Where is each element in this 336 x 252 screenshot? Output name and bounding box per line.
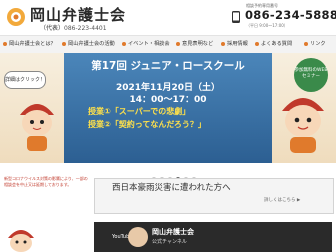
youtube-avatar-icon [128,227,148,247]
mascot-left-icon [20,104,54,151]
nav-bullet-icon [304,41,308,46]
class-2: 授業②「契約ってなんだろう？」 [88,120,206,129]
slider-dots [150,166,198,181]
business-hours: （平日 9:00〜17:00） [246,23,288,28]
nav-item-faq[interactable]: よくある質問 [255,36,292,53]
representative-phone: （代表）086-223-4401 [40,23,107,32]
youtube-title: 岡山弁護士会 [152,228,194,236]
nav-bullet-icon [122,41,126,46]
nav-bullet-icon [255,41,259,46]
class-1: 授業①「スーパーでの悲劇」 [88,107,191,116]
nav-item-events[interactable]: イベント・相談会 [122,36,170,53]
nav-item-activities[interactable]: 岡山弁護士会の活動 [62,36,115,53]
mascot-right-icon [282,98,324,153]
hero-banner[interactable]: 詳細はクリック！ 参加無料のWEBセミナー 第17回 ジュニア・ロースクール 2… [0,53,336,163]
reservation-phone[interactable]: 086-234-5888 [245,8,336,22]
logo-icon[interactable] [6,7,26,27]
phone-icon [232,11,240,23]
site-title[interactable]: 岡山弁護士会 [30,4,126,25]
nav-bullet-icon [62,41,66,46]
nav-item-links[interactable]: リンク [304,36,326,53]
nav-item-opinions[interactable]: 意見表明など [176,36,213,53]
rep-label: （代表） [40,25,65,32]
event-title: 第17回 ジュニア・ロースクール [91,60,245,72]
youtube-subtitle: 公式チャンネル [152,239,187,245]
disaster-more-link[interactable]: 詳しくはこちら ▶ [264,197,300,203]
disaster-banner-text: 西日本豪雨災害に遭われた方へ [112,183,231,193]
rep-number: 086-223-4401 [64,25,107,32]
nav-bullet-icon [221,41,225,46]
event-time: 14：00〜17：00 [129,95,207,105]
mascot-small-icon [8,230,34,252]
nav-item-recruit[interactable]: 採用情報 [221,36,248,53]
covid-notice[interactable]: 新型コロナウイルス対策の影響により、一部の相談会を中止又は延期しております。 [4,176,88,188]
nav-bullet-icon [176,41,180,46]
nav-item-about[interactable]: 岡山弁護士会とは？ [3,36,56,53]
speech-bubble: 詳細はクリック！ [4,71,46,89]
nav-bullet-icon [3,41,7,46]
